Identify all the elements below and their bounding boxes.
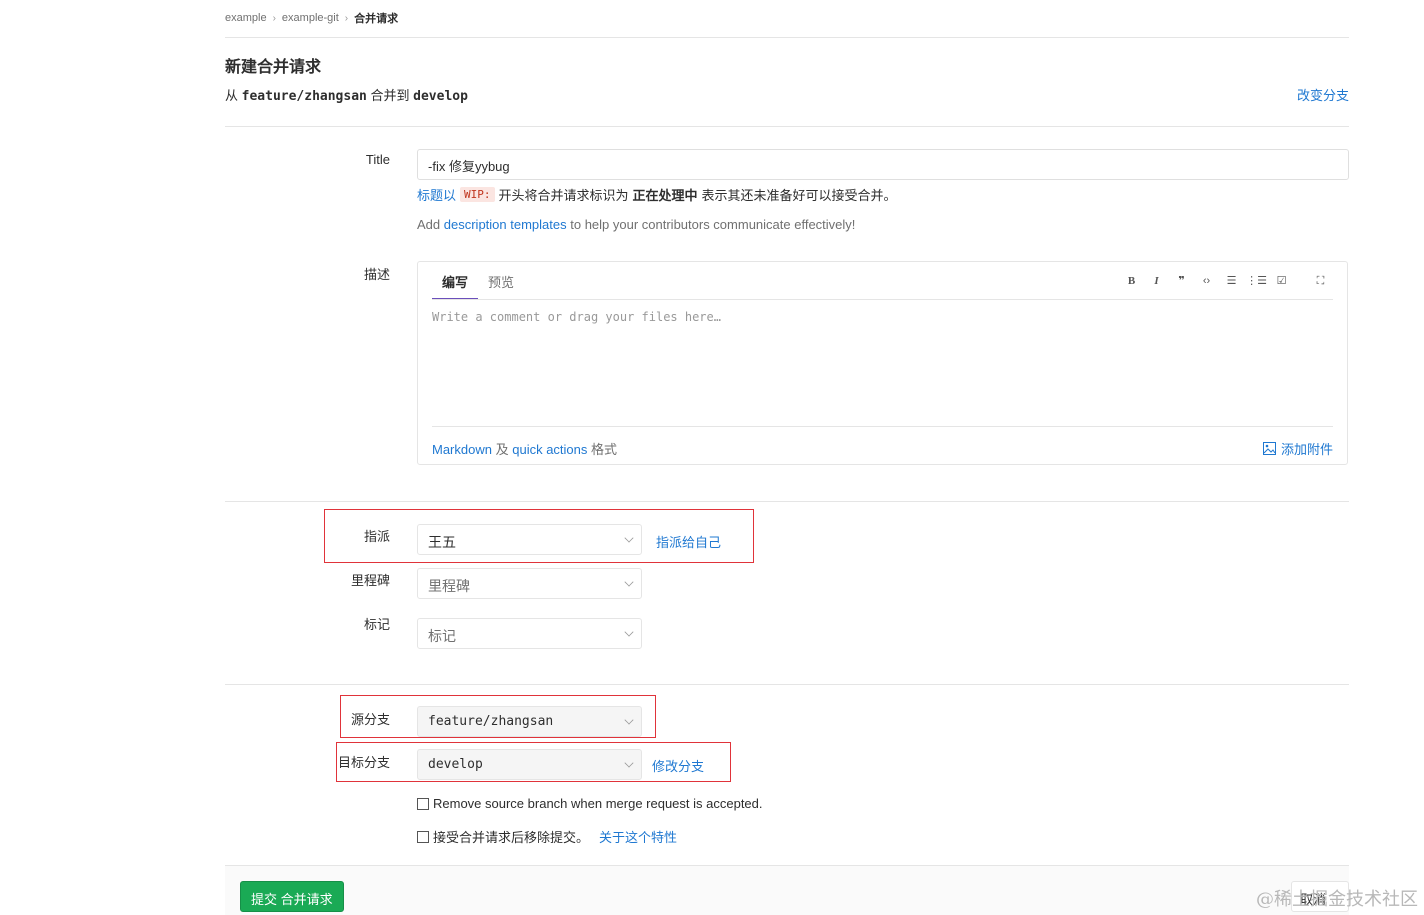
squash-option: 接受合并请求后移除提交。 关于这个特性: [417, 827, 677, 846]
branch-info-source: feature/zhangsan: [241, 89, 367, 104]
page-title: 新建合并请求: [225, 59, 322, 76]
wip-hint-text: 开头将合并请求标识为: [498, 188, 629, 203]
chevron-down-icon: [624, 577, 634, 587]
templates-hint-prefix: Add: [417, 217, 441, 232]
divider: [432, 299, 1333, 300]
squash-label: 接受合并请求后移除提交。: [433, 830, 590, 845]
bullet-list-icon[interactable]: ☰: [1219, 273, 1244, 289]
tab-write[interactable]: 编写: [432, 262, 479, 300]
form-actions: 提交 合并请求 取消: [225, 865, 1349, 915]
branch-info-target: develop: [413, 89, 468, 104]
labels-label: 标记: [363, 617, 390, 632]
wip-hint-end: 表示其还未准备好可以接受合并。: [701, 188, 897, 203]
labels-select[interactable]: 标记: [417, 618, 642, 649]
remove-source-branch-option: Remove source branch when merge request …: [417, 796, 763, 811]
branch-info: 从 feature/zhangsan 合并到 develop: [225, 85, 468, 104]
editor-tabs: 编写 预览: [432, 262, 524, 300]
highlight-box: [336, 742, 731, 782]
chevron-down-icon: [624, 627, 634, 637]
italic-icon[interactable]: I: [1144, 273, 1169, 289]
chevron-right-icon: ›: [344, 12, 349, 24]
breadcrumb: example › example-git › 合并请求: [225, 10, 398, 26]
image-icon: [1262, 442, 1276, 455]
divider: [225, 126, 1349, 127]
wip-code: WIP:: [460, 187, 495, 202]
description-textarea[interactable]: Write a comment or drag your files here…: [432, 310, 721, 324]
branch-info-merge-into: 合并到: [370, 88, 410, 103]
submit-merge-request-button[interactable]: 提交 合并请求: [240, 881, 344, 912]
breadcrumb-current[interactable]: 合并请求: [354, 10, 398, 26]
branch-info-from: 从: [225, 88, 239, 103]
wip-hint: 标题以 WIP: 开头将合并请求标识为 正在处理中 表示其还未准备好可以接受合并…: [417, 185, 897, 204]
milestone-label: 里程碑: [350, 573, 390, 588]
divider: [225, 37, 1349, 38]
markdown-footer: Markdown 及 quick actions 格式: [432, 439, 617, 458]
wip-hint-link[interactable]: 标题以: [417, 185, 456, 204]
watermark: @稀土掘金技术社区: [1256, 889, 1418, 910]
numbered-list-icon[interactable]: ⋮☰: [1244, 273, 1269, 289]
markdown-link[interactable]: Markdown: [432, 442, 492, 457]
breadcrumb-item-group[interactable]: example: [225, 12, 267, 24]
templates-hint: Add description templates to help your c…: [417, 217, 855, 232]
templates-hint-suffix: to help your contributors communicate ef…: [570, 217, 856, 232]
title-label: Title: [365, 152, 390, 167]
chevron-right-icon: ›: [272, 12, 276, 24]
code-icon[interactable]: ‹›: [1194, 273, 1219, 289]
markdown-editor: 编写 预览 B I ❞ ‹› ☰ ⋮☰ ☑ ⛶ Write a comment …: [417, 261, 1348, 465]
task-list-icon[interactable]: ☑: [1269, 273, 1294, 289]
attach-file-button[interactable]: 添加附件: [1262, 439, 1333, 458]
tab-preview[interactable]: 预览: [478, 262, 524, 300]
markdown-footer-and: 及: [495, 442, 509, 457]
quick-actions-link[interactable]: quick actions: [512, 442, 587, 457]
remove-source-branch-checkbox[interactable]: [417, 797, 429, 810]
highlight-box: [340, 695, 656, 738]
title-input[interactable]: -fix 修复yybug: [417, 149, 1349, 180]
divider: [225, 684, 1349, 685]
squash-checkbox[interactable]: [417, 830, 429, 843]
labels-value: 标记: [428, 628, 456, 644]
quote-icon[interactable]: ❞: [1169, 273, 1194, 289]
wip-hint-bold: 正在处理中: [632, 188, 698, 203]
highlight-box: [324, 509, 754, 563]
divider: [432, 426, 1333, 427]
milestone-select[interactable]: 里程碑: [417, 568, 642, 599]
description-templates-link[interactable]: description templates: [444, 217, 567, 232]
markdown-toolbar: B I ❞ ‹› ☰ ⋮☰ ☑ ⛶: [1119, 273, 1333, 289]
squash-help-link[interactable]: 关于这个特性: [599, 827, 677, 846]
attach-file-label: 添加附件: [1280, 442, 1333, 457]
remove-source-branch-label: Remove source branch when merge request …: [433, 796, 763, 811]
milestone-value: 里程碑: [428, 578, 470, 594]
divider: [225, 501, 1349, 502]
description-label: 描述: [363, 267, 390, 282]
fullscreen-icon[interactable]: ⛶: [1308, 273, 1333, 289]
breadcrumb-item-project[interactable]: example-git: [282, 12, 339, 24]
change-branches-link[interactable]: 改变分支: [1297, 85, 1349, 104]
markdown-footer-format: 格式: [591, 442, 618, 457]
bold-icon[interactable]: B: [1119, 273, 1144, 289]
